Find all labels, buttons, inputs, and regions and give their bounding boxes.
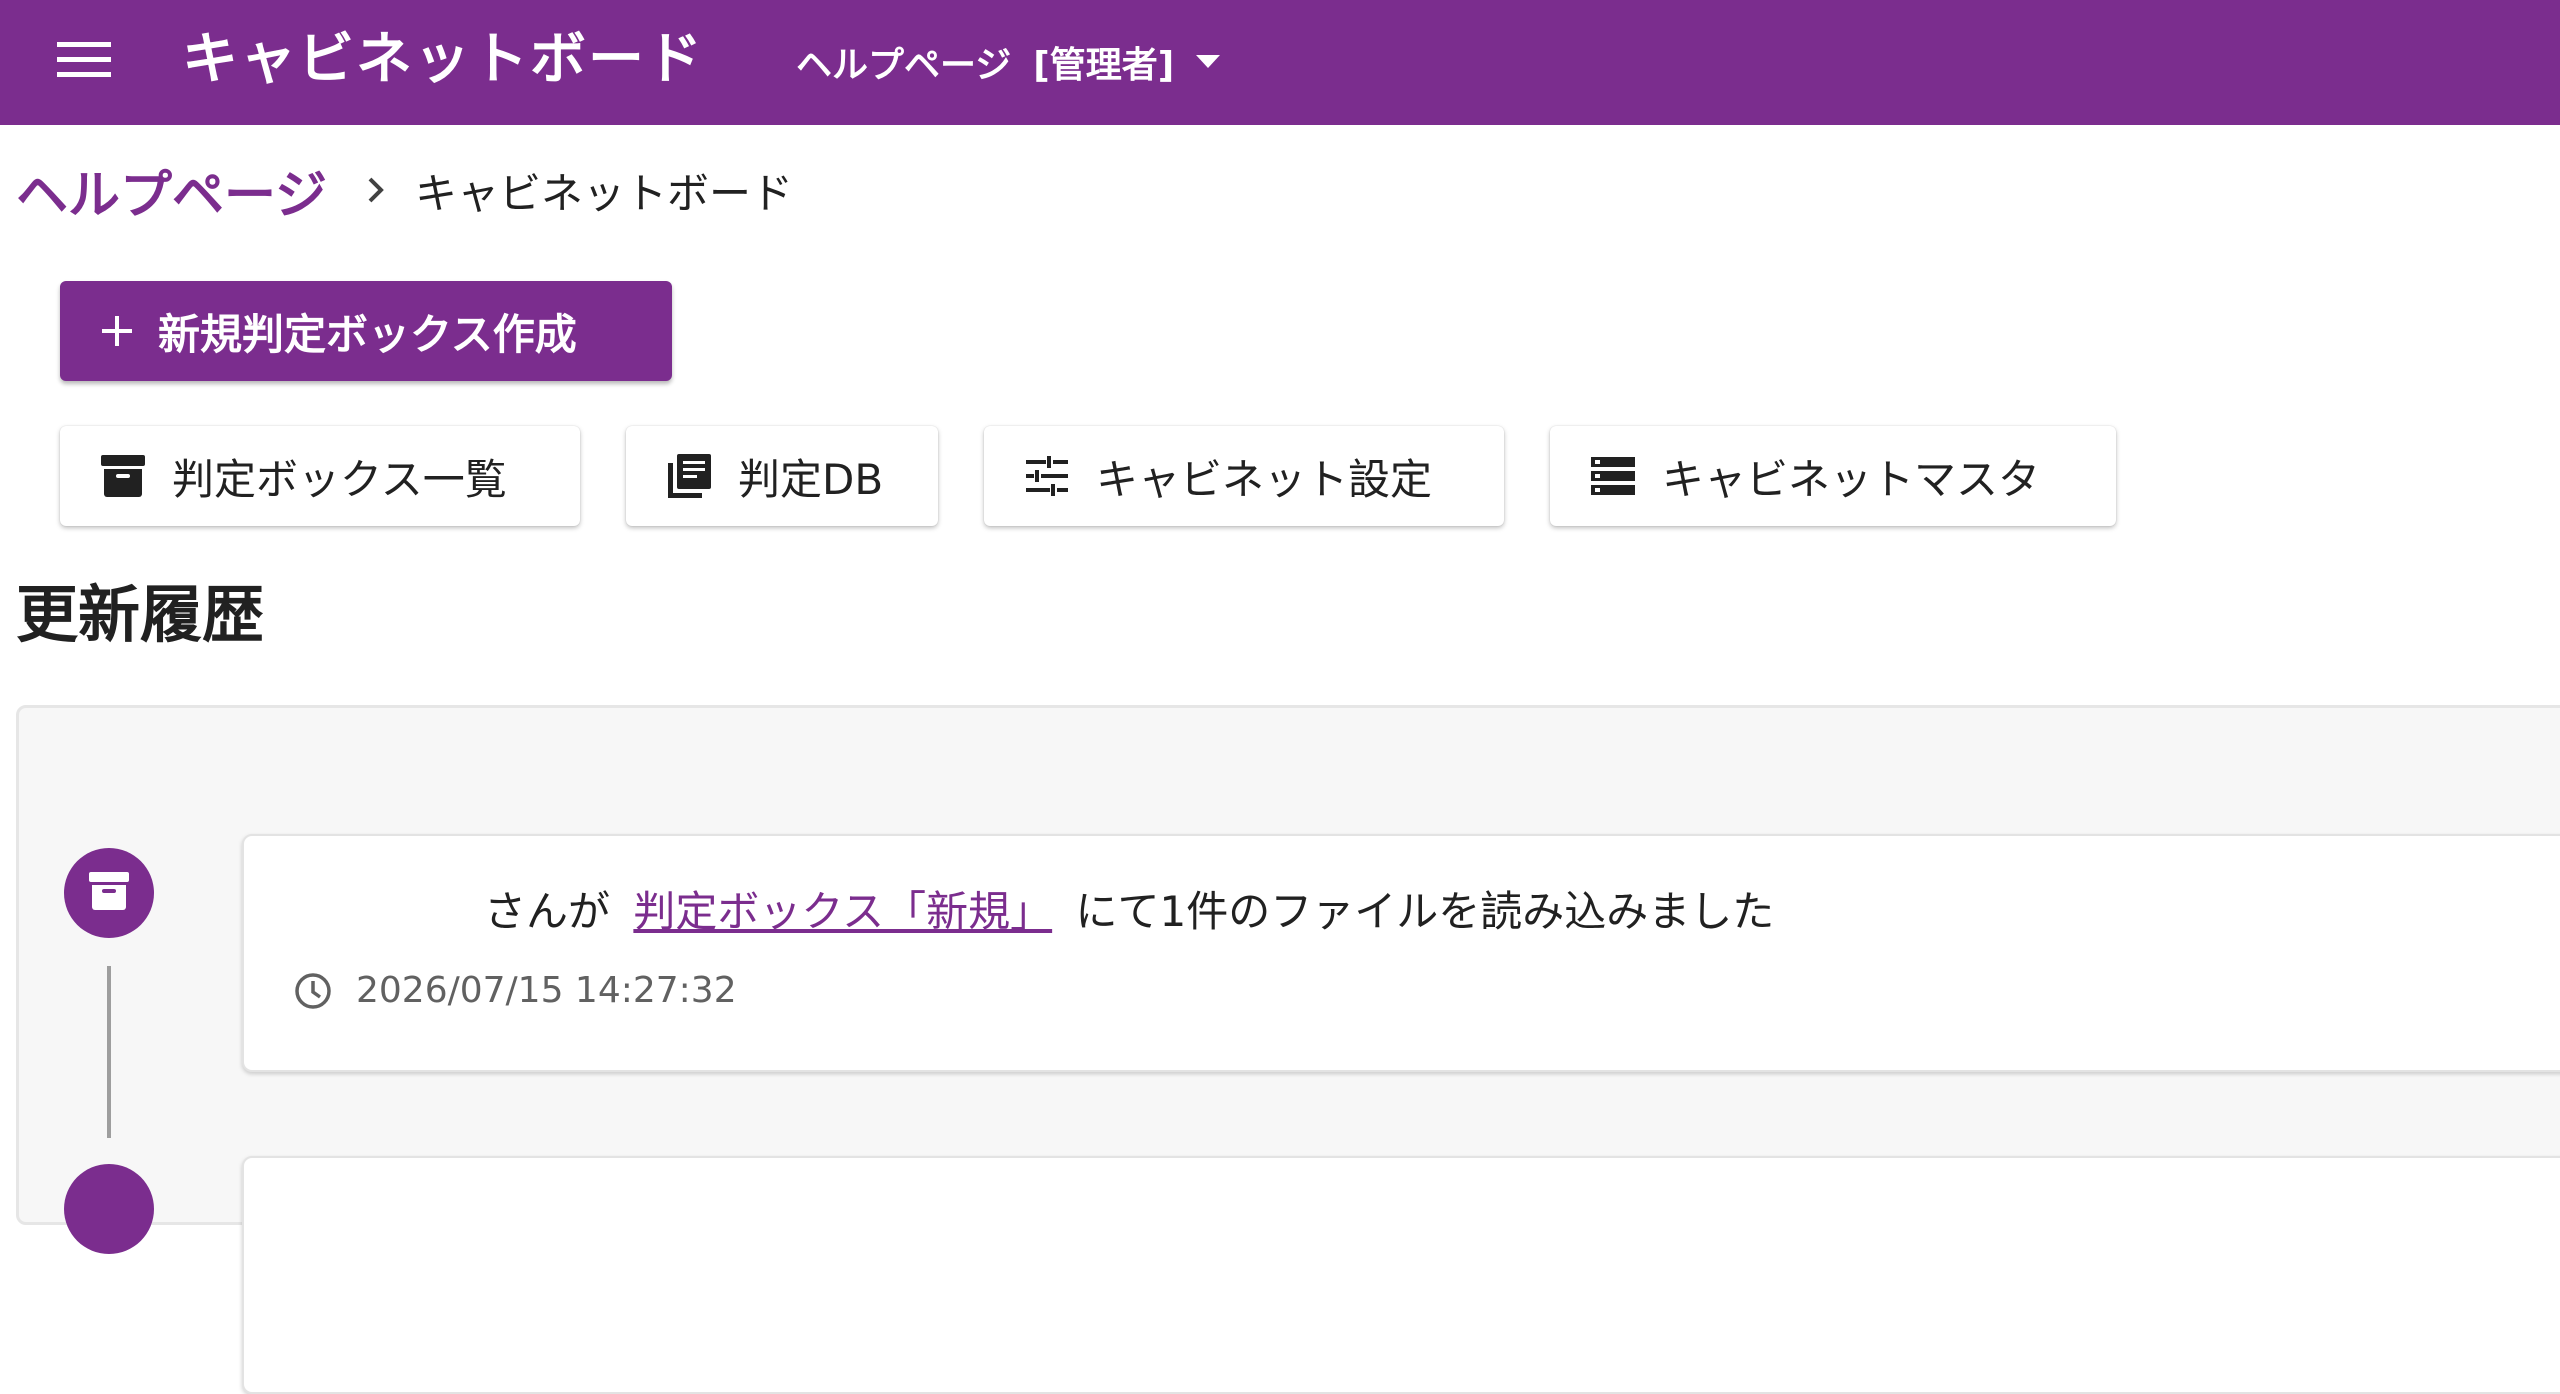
tune-sliders-icon xyxy=(1022,451,1072,501)
history-entry-suffix: にて1件のファイルを読み込みました xyxy=(1075,887,1775,936)
cabinet-settings-label: キャビネット設定 xyxy=(1096,454,1433,504)
menu-button[interactable] xyxy=(44,28,124,96)
judgment-db-button[interactable]: 判定DB xyxy=(626,426,938,526)
history-entry-timestamp: 2026/07/15 14:27:32 xyxy=(356,970,737,1011)
create-judgment-box-button[interactable]: 新規判定ボックス作成 xyxy=(60,281,672,381)
arrow-drop-down-icon xyxy=(1196,55,1221,69)
app-title: キャビネットボード xyxy=(182,27,704,92)
judgment-box-link[interactable]: 判定ボックス「新規」 xyxy=(633,887,1052,936)
app-bar: キャビネットボード ヘルプページ [管理者] xyxy=(0,0,2560,125)
history-entry-message: さんが 判定ボックス「新規」 にて1件のファイルを読み込みました xyxy=(484,882,1774,942)
judgment-box-list-label: 判定ボックス一覧 xyxy=(172,454,507,504)
workspace-role: [管理者] xyxy=(1033,45,1175,86)
create-judgment-box-label: 新規判定ボックス作成 xyxy=(158,309,577,359)
cabinet-master-label: キャビネットマスタ xyxy=(1662,454,2041,504)
update-history-title: 更新履歴 xyxy=(16,578,265,651)
breadcrumb: ヘルプページ キャビネットボード xyxy=(16,150,793,230)
clock-icon xyxy=(294,972,332,1010)
workspace-select[interactable]: ヘルプページ [管理者] xyxy=(796,28,1221,96)
timeline-connector xyxy=(107,966,111,1138)
breadcrumb-current: キャビネットボード xyxy=(414,168,793,218)
plus-icon xyxy=(100,314,134,348)
workspace-name: ヘルプページ xyxy=(796,45,1012,86)
judgment-box-list-button[interactable]: 判定ボックス一覧 xyxy=(60,426,580,526)
history-entry-card xyxy=(242,1156,2560,1394)
archive-box-icon xyxy=(98,451,148,501)
judgment-db-label: 判定DB xyxy=(738,454,884,504)
chevron-right-icon xyxy=(367,176,385,204)
hamburger-menu-icon xyxy=(57,40,111,84)
history-entry-card: さんが 判定ボックス「新規」 にて1件のファイルを読み込みました 2026/07… xyxy=(242,834,2560,1072)
library-books-icon xyxy=(664,451,714,501)
archive-box-icon xyxy=(88,871,130,915)
breadcrumb-parent-link[interactable]: ヘルプページ xyxy=(16,153,327,228)
history-entry-time: 2026/07/15 14:27:32 xyxy=(294,970,737,1011)
cabinet-master-button[interactable]: キャビネットマスタ xyxy=(1550,426,2116,526)
storage-list-icon xyxy=(1588,451,1638,501)
history-entry-prefix: さんが xyxy=(484,887,611,936)
timeline-dot xyxy=(64,1164,154,1254)
timeline-dot xyxy=(64,848,154,938)
cabinet-settings-button[interactable]: キャビネット設定 xyxy=(984,426,1504,526)
